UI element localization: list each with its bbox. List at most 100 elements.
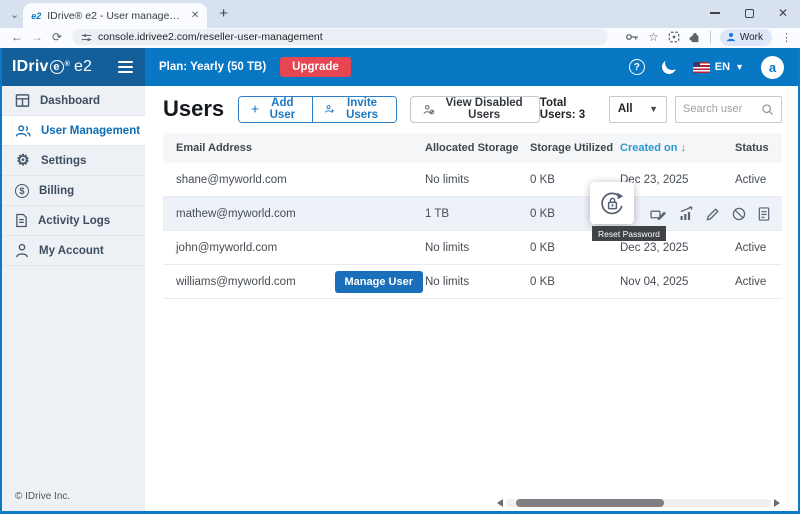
account-icon	[15, 243, 29, 258]
cell-utilized: 0 KB	[530, 242, 620, 254]
bookmark-star-icon[interactable]: ☆	[648, 30, 659, 44]
new-tab-button[interactable]: +	[219, 5, 228, 22]
scrollbar-thumb[interactable]	[516, 499, 664, 507]
menu-icon[interactable]	[118, 61, 133, 73]
col-created-sort[interactable]: Created on↓	[620, 142, 735, 154]
status-badge: Active	[735, 242, 782, 254]
page: IDrive®e2 Plan: Yearly (50 TB) Upgrade ?…	[0, 48, 800, 514]
reset-password-button[interactable]	[590, 182, 634, 224]
idrive-e2-logo: IDrive®e2	[12, 58, 92, 76]
sidebar-item-billing[interactable]: $ Billing	[2, 176, 145, 206]
sidebar: Dashboard User Management ⚙ Settings $ B…	[2, 86, 145, 511]
scroll-right-icon[interactable]	[774, 499, 780, 507]
plus-icon	[251, 103, 259, 115]
edit-plan-icon[interactable]	[650, 207, 667, 221]
password-manager-icon[interactable]	[625, 31, 639, 43]
filter-value: All	[618, 103, 633, 115]
tab-capture-icon[interactable]	[668, 31, 680, 43]
manage-user-button[interactable]: Manage User	[335, 271, 423, 293]
tab-title: IDrive® e2 - User management	[47, 10, 185, 22]
toolbar-divider	[710, 31, 711, 44]
close-button[interactable]: ✕	[766, 0, 800, 26]
cell-allocated: No limits	[425, 276, 530, 288]
col-utilized: Storage Utilized	[530, 142, 620, 154]
profile-label: Work	[740, 32, 763, 43]
sidebar-item-my-account[interactable]: My Account	[2, 236, 145, 266]
col-allocated: Allocated Storage	[425, 142, 530, 154]
scroll-left-icon[interactable]	[497, 499, 503, 507]
site-settings-icon[interactable]	[81, 32, 92, 43]
sidebar-item-dashboard[interactable]: Dashboard	[2, 86, 145, 116]
copyright: © IDrive Inc.	[15, 491, 70, 502]
language-code: EN	[715, 61, 730, 73]
help-icon[interactable]: ?	[629, 59, 645, 75]
page-head: Users Add User Invite Users View	[163, 94, 782, 124]
invite-user-icon	[325, 103, 334, 115]
sort-desc-icon: ↓	[680, 142, 686, 154]
reload-icon[interactable]: ⟳	[48, 30, 66, 44]
cell-allocated: 1 TB	[425, 208, 530, 220]
tab-close-icon[interactable]: ✕	[191, 10, 199, 21]
search-icon[interactable]	[761, 103, 774, 116]
status-badge: Active	[735, 276, 782, 288]
cell-created: Nov 04, 2025	[620, 276, 735, 288]
upgrade-button[interactable]: Upgrade	[280, 57, 351, 77]
cell-email: john@myworld.com	[163, 242, 425, 254]
scrollbar-track[interactable]	[506, 499, 771, 507]
logo-block: IDrive®e2	[2, 48, 145, 86]
profile-chip[interactable]: Work	[720, 29, 772, 46]
reset-password-tooltip: Reset Password	[592, 226, 666, 241]
plan-label: Plan: Yearly (50 TB)	[159, 61, 266, 73]
address-bar[interactable]: console.idrivee2.com/reseller-user-manag…	[72, 29, 608, 45]
disabled-user-icon	[423, 103, 434, 116]
edit-icon[interactable]	[706, 207, 720, 221]
view-disabled-users-button[interactable]: View Disabled Users	[410, 96, 540, 123]
table-row[interactable]: john@myworld.com No limits 0 KB Dec 23, …	[163, 231, 782, 265]
us-flag-icon	[693, 62, 710, 73]
table-header: Email Address Allocated Storage Storage …	[163, 133, 782, 163]
users-icon	[15, 124, 31, 138]
search-input[interactable]	[683, 103, 761, 115]
sidebar-item-settings[interactable]: ⚙ Settings	[2, 146, 145, 176]
user-actions-group: Add User Invite Users	[238, 96, 397, 123]
window-controls: ✕	[698, 0, 800, 26]
maximize-button[interactable]	[732, 0, 766, 26]
disable-user-icon[interactable]	[732, 207, 746, 221]
browser-toolbar: ← → ⟳ console.idrivee2.com/reseller-user…	[0, 28, 800, 48]
language-selector[interactable]: EN ▼	[693, 61, 744, 73]
tab-strip: ⌄ e2 IDrive® e2 - User management ✕ + ✕	[0, 0, 800, 28]
status-badge: Active	[735, 174, 782, 186]
dark-mode-icon[interactable]	[660, 58, 677, 75]
extensions-icon[interactable]	[689, 31, 701, 43]
add-user-button[interactable]: Add User	[239, 97, 311, 122]
cell-email-text: williams@myworld.com	[176, 276, 296, 288]
forward-icon[interactable]: →	[28, 30, 46, 44]
cell-email: mathew@myworld.com	[163, 208, 425, 220]
sidebar-item-activity-logs[interactable]: Activity Logs	[2, 206, 145, 236]
app-body: Dashboard User Management ⚙ Settings $ B…	[2, 86, 798, 511]
cell-allocated: No limits	[425, 242, 530, 254]
invite-users-button[interactable]: Invite Users	[312, 97, 397, 122]
users-table: Email Address Allocated Storage Storage …	[163, 133, 782, 299]
minimize-icon	[710, 12, 720, 13]
table-row[interactable]: shane@myworld.com No limits 0 KB Dec 23,…	[163, 163, 782, 197]
table-row[interactable]: williams@myworld.com Manage User No limi…	[163, 265, 782, 299]
table-row[interactable]: mathew@myworld.com 1 TB 0 KB	[163, 197, 782, 231]
search-box	[675, 96, 782, 123]
user-logs-icon[interactable]	[758, 207, 770, 221]
browser-menu-icon[interactable]: ⋮	[781, 31, 792, 44]
browser-tab[interactable]: e2 IDrive® e2 - User management ✕	[23, 3, 207, 28]
user-filter-dropdown[interactable]: All ▼	[609, 96, 667, 123]
minimize-button[interactable]	[698, 0, 732, 26]
col-status: Status	[735, 142, 782, 154]
sidebar-label: Activity Logs	[38, 215, 110, 227]
cell-email: williams@myworld.com Manage User	[163, 271, 425, 293]
sidebar-item-user-management[interactable]: User Management	[2, 116, 145, 146]
page-title: Users	[163, 96, 224, 122]
sidebar-label: Settings	[41, 155, 86, 167]
tab-search-icon[interactable]: ⌄	[10, 8, 19, 21]
back-icon[interactable]: ←	[8, 30, 26, 44]
usage-stats-icon[interactable]	[679, 206, 694, 221]
header-actions: ? EN ▼ a	[629, 56, 784, 79]
account-avatar[interactable]: a	[761, 56, 784, 79]
